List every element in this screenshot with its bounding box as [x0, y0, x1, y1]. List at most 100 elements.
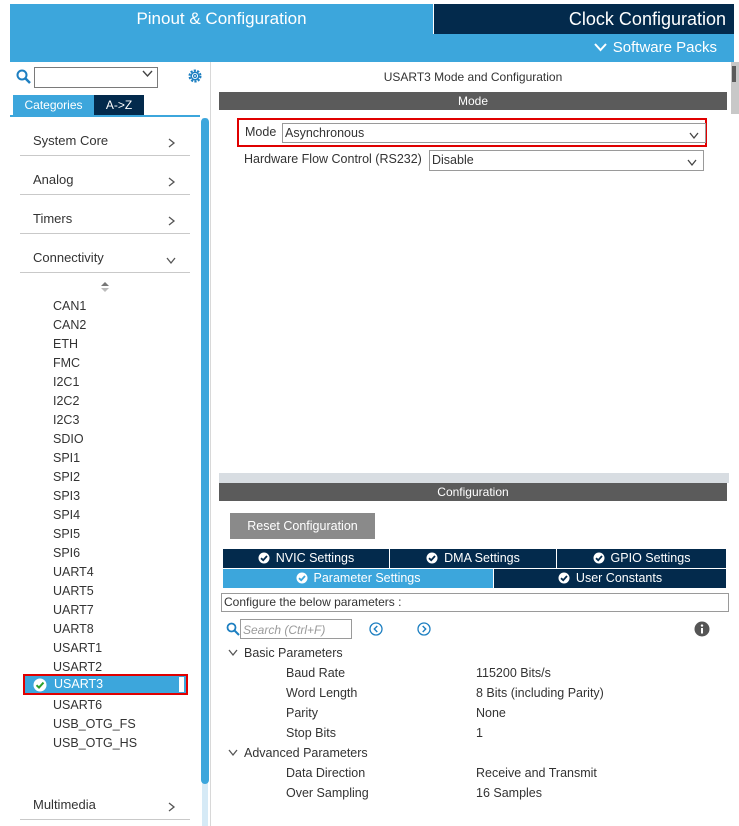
mode-select[interactable]: Asynchronous — [282, 123, 706, 143]
param-baud-rate-value[interactable]: 115200 Bits/s — [476, 666, 551, 680]
category-multimedia[interactable]: Multimedia — [20, 788, 190, 820]
list-item[interactable]: UART8 — [53, 620, 193, 639]
main-panel: USART3 Mode and Configuration Mode Mode … — [219, 62, 739, 826]
tab-parameter-settings[interactable]: Parameter Settings — [223, 569, 493, 588]
sidebar: Categories A->Z System Core Analog Timer… — [10, 62, 211, 826]
search-next-icon[interactable] — [417, 622, 431, 636]
tab-underline — [10, 115, 200, 117]
category-label: Analog — [33, 172, 74, 187]
param-data-direction-name: Data Direction — [286, 766, 366, 780]
chevron-right-icon — [166, 801, 176, 812]
list-item[interactable]: FMC — [53, 354, 193, 373]
tab-label: GPIO Settings — [610, 551, 691, 565]
search-icon — [16, 69, 32, 85]
reset-configuration-button[interactable]: Reset Configuration — [230, 513, 375, 539]
list-item[interactable]: SDIO — [53, 430, 193, 449]
list-item[interactable]: I2C2 — [53, 392, 193, 411]
chevron-down-icon — [228, 646, 238, 657]
gear-icon[interactable] — [186, 67, 204, 85]
category-label: Timers — [33, 211, 73, 226]
list-item-label: USART3 — [54, 677, 104, 691]
parameter-search-input[interactable]: Search (Ctrl+F) — [240, 619, 352, 639]
list-item[interactable]: I2C1 — [53, 373, 193, 392]
param-stop-bits-value[interactable]: 1 — [476, 726, 483, 740]
list-item[interactable]: CAN2 — [53, 316, 193, 335]
param-over-sampling-value[interactable]: 16 Samples — [476, 786, 542, 800]
tab-a-to-z[interactable]: A->Z — [94, 95, 144, 115]
tab-nvic-settings[interactable]: NVIC Settings — [223, 549, 389, 568]
param-stop-bits-name: Stop Bits — [286, 726, 337, 740]
basic-parameters-group[interactable]: Basic Parameters — [228, 646, 343, 660]
advanced-parameters-group[interactable]: Advanced Parameters — [228, 746, 368, 760]
mode-label: Mode — [245, 125, 277, 139]
tab-dma-settings[interactable]: DMA Settings — [390, 549, 556, 568]
hardware-flow-control-label: Hardware Flow Control (RS232) — [244, 152, 422, 166]
category-label: System Core — [33, 133, 109, 148]
tab-clock-configuration[interactable]: Clock Configuration — [434, 4, 734, 34]
info-icon[interactable] — [694, 621, 710, 637]
panel-title: USART3 Mode and Configuration — [383, 70, 563, 84]
list-item[interactable]: SPI2 — [53, 468, 193, 487]
list-item[interactable]: SPI4 — [53, 506, 193, 525]
chevron-down-icon — [228, 746, 238, 757]
list-item-usart3-selected[interactable]: USART3 — [23, 674, 188, 695]
configuration-section-header: Configuration — [219, 483, 727, 501]
tab-gpio-settings[interactable]: GPIO Settings — [557, 549, 726, 568]
category-system-core[interactable]: System Core — [20, 124, 190, 156]
param-word-length-value[interactable]: 8 Bits (including Parity) — [476, 686, 604, 700]
check-circle-icon — [593, 551, 605, 564]
list-item[interactable]: UART7 — [53, 601, 193, 620]
search-icon — [226, 622, 240, 636]
category-analog[interactable]: Analog — [20, 163, 190, 195]
list-item[interactable]: SPI5 — [53, 525, 193, 544]
tab-pinout-configuration[interactable]: Pinout & Configuration — [10, 4, 433, 34]
chevron-down-icon — [166, 254, 176, 265]
hardware-flow-control-select[interactable]: Disable — [429, 150, 704, 171]
check-circle-icon — [258, 551, 270, 564]
list-item[interactable]: ETH — [53, 335, 193, 354]
chevron-down-icon — [689, 129, 699, 140]
category-label: Connectivity — [33, 250, 104, 265]
scrollbar-thumb[interactable] — [732, 66, 736, 82]
chevron-down-icon — [142, 70, 153, 81]
list-item[interactable]: SPI1 — [53, 449, 193, 468]
list-item[interactable]: USART1 — [53, 639, 193, 658]
peripheral-search-combo[interactable] — [34, 67, 158, 88]
tab-user-constants[interactable]: User Constants — [494, 569, 726, 588]
list-item[interactable]: CAN1 — [53, 297, 193, 316]
param-parity-value[interactable]: None — [476, 706, 506, 720]
software-packs-menu[interactable]: Software Packs — [10, 34, 734, 62]
list-item[interactable]: USB_OTG_FS — [53, 715, 193, 734]
category-label: Multimedia — [33, 797, 96, 812]
tab-label: Parameter Settings — [313, 571, 421, 585]
software-packs-label: Software Packs — [612, 39, 717, 56]
param-data-direction-value[interactable]: Receive and Transmit — [476, 766, 597, 780]
sort-icon[interactable] — [100, 281, 110, 293]
list-item[interactable]: USART6 — [53, 696, 193, 715]
sidebar-scrollbar-thumb[interactable] — [201, 118, 209, 784]
list-item[interactable]: SPI6 — [53, 544, 193, 563]
mode-row: Mode Asynchronous — [237, 118, 707, 147]
tab-label: DMA Settings — [444, 551, 520, 565]
tab-categories[interactable]: Categories — [13, 95, 94, 115]
chevron-right-icon — [166, 215, 176, 226]
category-timers[interactable]: Timers — [20, 202, 190, 234]
panel-splitter[interactable] — [219, 473, 729, 483]
list-item[interactable]: UART4 — [53, 563, 193, 582]
check-circle-icon — [426, 551, 438, 564]
list-item[interactable]: I2C3 — [53, 411, 193, 430]
mode-section-header: Mode — [219, 92, 727, 110]
check-circle-icon — [558, 571, 570, 584]
list-item[interactable]: UART5 — [53, 582, 193, 601]
chevron-right-icon — [166, 176, 176, 187]
list-item[interactable]: USB_OTG_HS — [53, 734, 193, 753]
param-parity-name: Parity — [286, 706, 318, 720]
panel-scrollbar[interactable] — [731, 62, 739, 114]
chevron-down-icon — [687, 156, 697, 167]
category-connectivity[interactable]: Connectivity — [20, 241, 190, 273]
selection-end-marker — [179, 677, 184, 692]
param-baud-rate-name: Baud Rate — [286, 666, 346, 680]
list-item[interactable]: SPI3 — [53, 487, 193, 506]
param-word-length-name: Word Length — [286, 686, 358, 700]
search-previous-icon[interactable] — [369, 622, 383, 636]
